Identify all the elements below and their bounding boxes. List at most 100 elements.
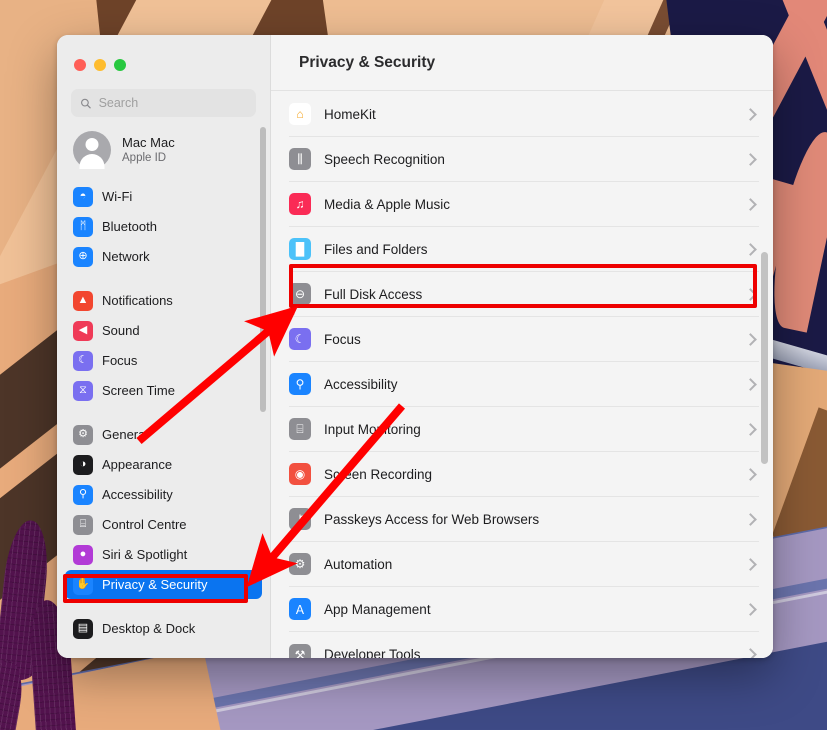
chevron-right-icon	[744, 107, 757, 121]
sidebar-scroll-area: Mac Mac Apple ID ◓ Wi-Fi ᛗ Bluetooth ⊕ Networ…	[57, 121, 270, 658]
minimize-button[interactable]	[94, 59, 106, 71]
settings-row-media-apple-music[interactable]: ♫ Media & Apple Music	[289, 182, 759, 227]
app-store-icon: Ａ	[289, 598, 311, 620]
sidebar-group: ⚙ General ◑ Appearance ⚲ Accessibility ⌸ Contro…	[57, 420, 270, 599]
chevron-right-icon	[744, 242, 757, 256]
homekit-house-icon: ⌂	[289, 103, 311, 125]
sidebar-item-control-centre[interactable]: ⌸ Control Centre	[65, 510, 262, 539]
automation-gears-icon: ⚙	[289, 553, 311, 575]
sidebar-item-wi-fi[interactable]: ◓ Wi-Fi	[65, 182, 262, 211]
sidebar-groups: ◓ Wi-Fi ᛗ Bluetooth ⊕ Network ▲ Notifications ◀ S…	[57, 182, 270, 643]
sidebar-item-notifications[interactable]: ▲ Notifications	[65, 286, 262, 315]
sidebar-item-appearance[interactable]: ◑ Appearance	[65, 450, 262, 479]
account-subtitle: Apple ID	[122, 151, 167, 164]
accessibility-person-icon: ⚲	[73, 484, 93, 505]
search-input[interactable]	[98, 96, 247, 110]
settings-row-label: Automation	[324, 556, 393, 572]
passkey-icon: ⚷	[289, 508, 311, 530]
chevron-right-icon	[744, 197, 757, 211]
screen-recording-record-icon: ◉	[289, 463, 311, 485]
sidebar-item-label: Sound	[102, 323, 140, 338]
sidebar-item-label: Appearance	[102, 457, 173, 472]
developer-tools-hammer-icon: ⚒	[289, 643, 311, 658]
sidebar-item-focus[interactable]: ☾ Focus	[65, 346, 262, 375]
chevron-right-icon	[744, 602, 757, 616]
settings-row-label: Files and Folders	[324, 241, 428, 257]
settings-row-accessibility[interactable]: ⚲ Accessibility	[289, 362, 759, 407]
sidebar-item-sound[interactable]: ◀ Sound	[65, 316, 262, 345]
page-title: Privacy & Security	[299, 53, 436, 71]
settings-row-label: Passkeys Access for Web Browsers	[324, 511, 540, 527]
settings-row-label: HomeKit	[324, 106, 376, 122]
sidebar-item-label: Accessibility	[102, 487, 173, 502]
traffic-light-buttons	[57, 47, 270, 79]
sidebar-item-label: Bluetooth	[102, 219, 157, 234]
notifications-bell-icon: ▲	[73, 290, 93, 311]
sidebar-scrollbar[interactable]	[260, 127, 266, 412]
sidebar-group-separator	[57, 272, 270, 285]
settings-row-label: App Management	[324, 601, 431, 617]
sidebar-group-separator	[57, 600, 270, 613]
settings-row-homekit[interactable]: ⌂ HomeKit	[289, 92, 759, 137]
settings-row-speech-recognition[interactable]: ⫼ Speech Recognition	[289, 137, 759, 182]
speech-waveform-icon: ⫼	[289, 148, 311, 170]
chevron-right-icon	[744, 377, 757, 391]
sidebar-item-privacy-security[interactable]: ✋ Privacy & Security	[65, 570, 262, 599]
settings-row-screen-recording[interactable]: ◉ Screen Recording	[289, 452, 759, 497]
input-monitoring-keyboard-icon: ⌸	[289, 418, 311, 440]
sidebar-item-label: Screen Time	[102, 383, 175, 398]
sidebar-item-accessibility[interactable]: ⚲ Accessibility	[65, 480, 262, 509]
accessibility-person-icon: ⚲	[289, 373, 311, 395]
settings-row-label: Speech Recognition	[324, 151, 445, 167]
settings-row-developer-tools[interactable]: ⚒ Developer Tools	[289, 632, 759, 658]
focus-moon-icon: ☾	[289, 328, 311, 350]
settings-row-label: Focus	[324, 331, 361, 347]
privacy-settings-list: ⌂ HomeKit ⫼ Speech Recognition ♫ Media & Appl…	[271, 92, 773, 658]
settings-row-focus[interactable]: ☾ Focus	[289, 317, 759, 362]
chevron-right-icon	[744, 287, 757, 301]
search-box[interactable]	[71, 89, 256, 117]
sidebar-group-separator	[57, 406, 270, 419]
sidebar-group: ◓ Wi-Fi ᛗ Bluetooth ⊕ Network	[57, 182, 270, 271]
general-gear-icon: ⚙	[73, 424, 93, 445]
sidebar-item-screen-time[interactable]: ⧖ Screen Time	[65, 376, 262, 405]
settings-row-passkeys-access-for-web-browsers[interactable]: ⚷ Passkeys Access for Web Browsers	[289, 497, 759, 542]
sidebar-item-desktop-dock[interactable]: ▤ Desktop & Dock	[65, 614, 262, 643]
chevron-right-icon	[744, 512, 757, 526]
settings-row-full-disk-access[interactable]: ⊖ Full Disk Access	[289, 272, 759, 317]
bluetooth-icon: ᛗ	[73, 216, 93, 237]
sidebar-item-general[interactable]: ⚙ General	[65, 420, 262, 449]
settings-row-label: Screen Recording	[324, 466, 433, 482]
sidebar-group: ▤ Desktop & Dock	[57, 614, 270, 643]
search-container	[57, 79, 270, 117]
chevron-right-icon	[744, 648, 757, 658]
sidebar-item-label: General	[102, 427, 149, 442]
settings-row-files-and-folders[interactable]: █ Files and Folders	[289, 227, 759, 272]
wifi-icon: ◓	[73, 186, 93, 207]
sidebar-item-network[interactable]: ⊕ Network	[65, 242, 262, 271]
main-pane: Privacy & Security ⌂ HomeKit ⫼ Speech Recog…	[271, 35, 773, 658]
sidebar-item-bluetooth[interactable]: ᛗ Bluetooth	[65, 212, 262, 241]
privacy-hand-icon: ✋	[73, 574, 93, 595]
screen-time-hourglass-icon: ⧖	[73, 380, 93, 401]
settings-row-app-management[interactable]: Ａ App Management	[289, 587, 759, 632]
settings-row-input-monitoring[interactable]: ⌸ Input Monitoring	[289, 407, 759, 452]
settings-row-label: Input Monitoring	[324, 421, 421, 437]
account-name: Mac Mac	[122, 134, 175, 150]
sidebar-item-label: Siri & Spotlight	[102, 547, 188, 562]
main-scrollbar[interactable]	[761, 252, 768, 464]
settings-row-label: Full Disk Access	[324, 286, 423, 302]
account-text: Mac Mac Apple ID	[122, 135, 175, 166]
appearance-contrast-icon: ◑	[73, 454, 93, 475]
apple-music-note-icon: ♫	[289, 193, 311, 215]
chevron-right-icon	[744, 467, 757, 481]
close-button[interactable]	[74, 59, 86, 71]
account-row[interactable]: Mac Mac Apple ID	[57, 121, 270, 181]
hard-disk-icon: ⊖	[289, 283, 311, 305]
system-settings-window: Mac Mac Apple ID ◓ Wi-Fi ᛗ Bluetooth ⊕ Networ…	[57, 35, 773, 658]
zoom-button[interactable]	[114, 59, 126, 71]
sidebar-item-siri-spotlight[interactable]: ● Siri & Spotlight	[65, 540, 262, 569]
sidebar-item-label: Privacy & Security	[102, 577, 208, 592]
titlebar: Privacy & Security	[271, 35, 773, 91]
settings-row-automation[interactable]: ⚙ Automation	[289, 542, 759, 587]
